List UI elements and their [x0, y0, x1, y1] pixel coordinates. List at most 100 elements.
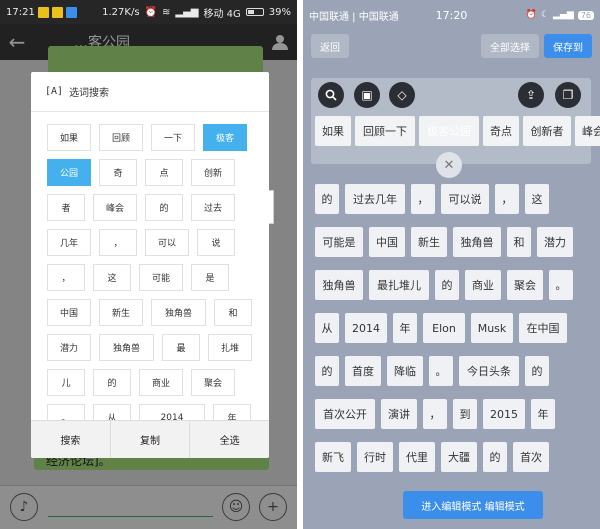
word-chip[interactable]: 商业	[465, 270, 501, 300]
word-chip[interactable]: 独角兽	[151, 299, 206, 326]
select-all-button[interactable]: 全部选择	[481, 34, 539, 58]
word-chip[interactable]: 新飞	[315, 442, 351, 472]
word-chip[interactable]: 最	[162, 334, 200, 361]
word-chip[interactable]: 说	[197, 229, 235, 256]
word-chip[interactable]: 今日头条	[459, 356, 519, 386]
word-chip[interactable]: Musk	[471, 313, 513, 343]
top-word-chip[interactable]: 如果	[315, 116, 351, 146]
word-chip[interactable]: 可能是	[315, 227, 363, 257]
share-icon[interactable]: ⇪	[518, 82, 544, 108]
word-chip[interactable]: 独角兽	[315, 270, 363, 300]
word-chip[interactable]: 和	[507, 227, 531, 257]
copy-icon[interactable]: ❐	[555, 82, 581, 108]
word-chip[interactable]: 的	[145, 194, 183, 221]
word-chip[interactable]: 从	[315, 313, 339, 343]
word-chip[interactable]: 行时	[357, 442, 393, 472]
word-chip[interactable]: 首次公开	[315, 399, 375, 429]
word-chip[interactable]: 首度	[345, 356, 381, 386]
word-chip[interactable]: 代里	[399, 442, 435, 472]
word-chip[interactable]: 2014	[345, 313, 387, 343]
word-chip[interactable]: 如果	[47, 124, 91, 151]
word-chip[interactable]: 新生	[411, 227, 447, 257]
word-chip[interactable]: 最扎堆儿	[369, 270, 429, 300]
close-icon[interactable]: ✕	[436, 152, 462, 178]
copy-button[interactable]: 复制	[109, 421, 190, 458]
top-word-chip[interactable]: 奇点	[483, 116, 519, 146]
word-chip[interactable]: 公园	[47, 159, 91, 186]
word-chip[interactable]: 的	[315, 356, 339, 386]
word-chip[interactable]: 大疆	[441, 442, 477, 472]
word-chip[interactable]: 。	[549, 270, 573, 300]
word-chip[interactable]: 独角兽	[453, 227, 501, 257]
word-chip[interactable]: 这	[93, 264, 131, 291]
signal-icon: ▂▄▆	[175, 6, 199, 18]
top-word-chip[interactable]: 极客公园	[419, 116, 479, 146]
word-chip[interactable]: 扎堆	[208, 334, 252, 361]
word-chip[interactable]: 过去	[191, 194, 235, 221]
word-chip[interactable]: 一下	[151, 124, 195, 151]
word-chip[interactable]: ，	[423, 399, 447, 429]
word-chip[interactable]: ，	[495, 184, 519, 214]
word-chip[interactable]: 演讲	[381, 399, 417, 429]
word-chip[interactable]: 2015	[483, 399, 525, 429]
word-chip[interactable]: 商业	[139, 369, 183, 396]
word-chip[interactable]: 独角兽	[99, 334, 154, 361]
word-chip[interactable]: 首次	[513, 442, 549, 472]
word-chip[interactable]: 潜力	[537, 227, 573, 257]
word-chip[interactable]: ，	[99, 229, 137, 256]
status-bar: 17:21 1.27K/s ⏰ ≋ ▂▄▆ 移动 4G 39%	[0, 0, 297, 24]
word-chip[interactable]: ，	[47, 264, 85, 291]
dialog-header: [A] 选词搜索	[31, 72, 269, 112]
word-chip[interactable]: 的	[315, 184, 339, 214]
word-chip[interactable]: 。	[429, 356, 453, 386]
search-button[interactable]: 搜索	[31, 421, 110, 458]
alarm-icon: ⏰	[144, 6, 157, 18]
save-to-button[interactable]: 保存到	[544, 34, 592, 58]
word-chip[interactable]: 中国	[369, 227, 405, 257]
word-chip[interactable]: 的	[483, 442, 507, 472]
word-chip[interactable]: 奇	[99, 159, 137, 186]
word-chip[interactable]: 可以	[145, 229, 189, 256]
word-chip[interactable]: 降临	[387, 356, 423, 386]
word-chip[interactable]: 这	[525, 184, 549, 214]
word-chip[interactable]: 创新	[191, 159, 235, 186]
top-word-chip[interactable]: 创新者	[523, 116, 571, 146]
word-chip[interactable]: 极客	[203, 124, 247, 151]
notification-icon	[65, 6, 77, 18]
word-chip[interactable]: Elon	[423, 313, 465, 343]
word-chip[interactable]: 的	[435, 270, 459, 300]
word-chip[interactable]: ，	[411, 184, 435, 214]
word-chip[interactable]: 年	[393, 313, 417, 343]
battery-icon	[245, 8, 264, 16]
word-chip[interactable]: 聚会	[191, 369, 235, 396]
word-chip[interactable]: 的	[93, 369, 131, 396]
search-icon[interactable]	[318, 82, 344, 108]
word-chip[interactable]: 在中国	[519, 313, 567, 343]
battery-level: 39%	[268, 6, 291, 18]
word-chip[interactable]: 潜力	[47, 334, 91, 361]
word-chip[interactable]: 年	[531, 399, 555, 429]
select-all-button[interactable]: 全选	[189, 421, 269, 458]
word-chip[interactable]: 中国	[47, 299, 91, 326]
word-chip[interactable]: 几年	[47, 229, 91, 256]
word-chip[interactable]: 是	[191, 264, 229, 291]
back-button[interactable]: 返回	[311, 34, 349, 58]
word-chip[interactable]: 回顾	[99, 124, 143, 151]
word-chip[interactable]: 聚会	[507, 270, 543, 300]
word-chip[interactable]: 儿	[47, 369, 85, 396]
word-chip[interactable]: 和	[214, 299, 252, 326]
word-chip[interactable]: 可能	[139, 264, 183, 291]
word-chip[interactable]: 的	[525, 356, 549, 386]
word-chip[interactable]: 到	[453, 399, 477, 429]
word-chip[interactable]: 者	[47, 194, 85, 221]
tag-icon[interactable]: ◇	[389, 82, 415, 108]
word-chip[interactable]: 新生	[99, 299, 143, 326]
word-chip[interactable]: 峰会	[93, 194, 137, 221]
top-word-chip[interactable]: 回顾一下	[355, 116, 415, 146]
word-chip[interactable]: 过去几年	[345, 184, 405, 214]
top-word-chip[interactable]: 峰会	[575, 116, 600, 146]
text-icon[interactable]: ▣	[354, 82, 380, 108]
enter-edit-mode-button[interactable]: 进入编辑模式 编辑模式	[403, 491, 543, 519]
word-chip[interactable]: 点	[145, 159, 183, 186]
word-chip[interactable]: 可以说	[441, 184, 489, 214]
